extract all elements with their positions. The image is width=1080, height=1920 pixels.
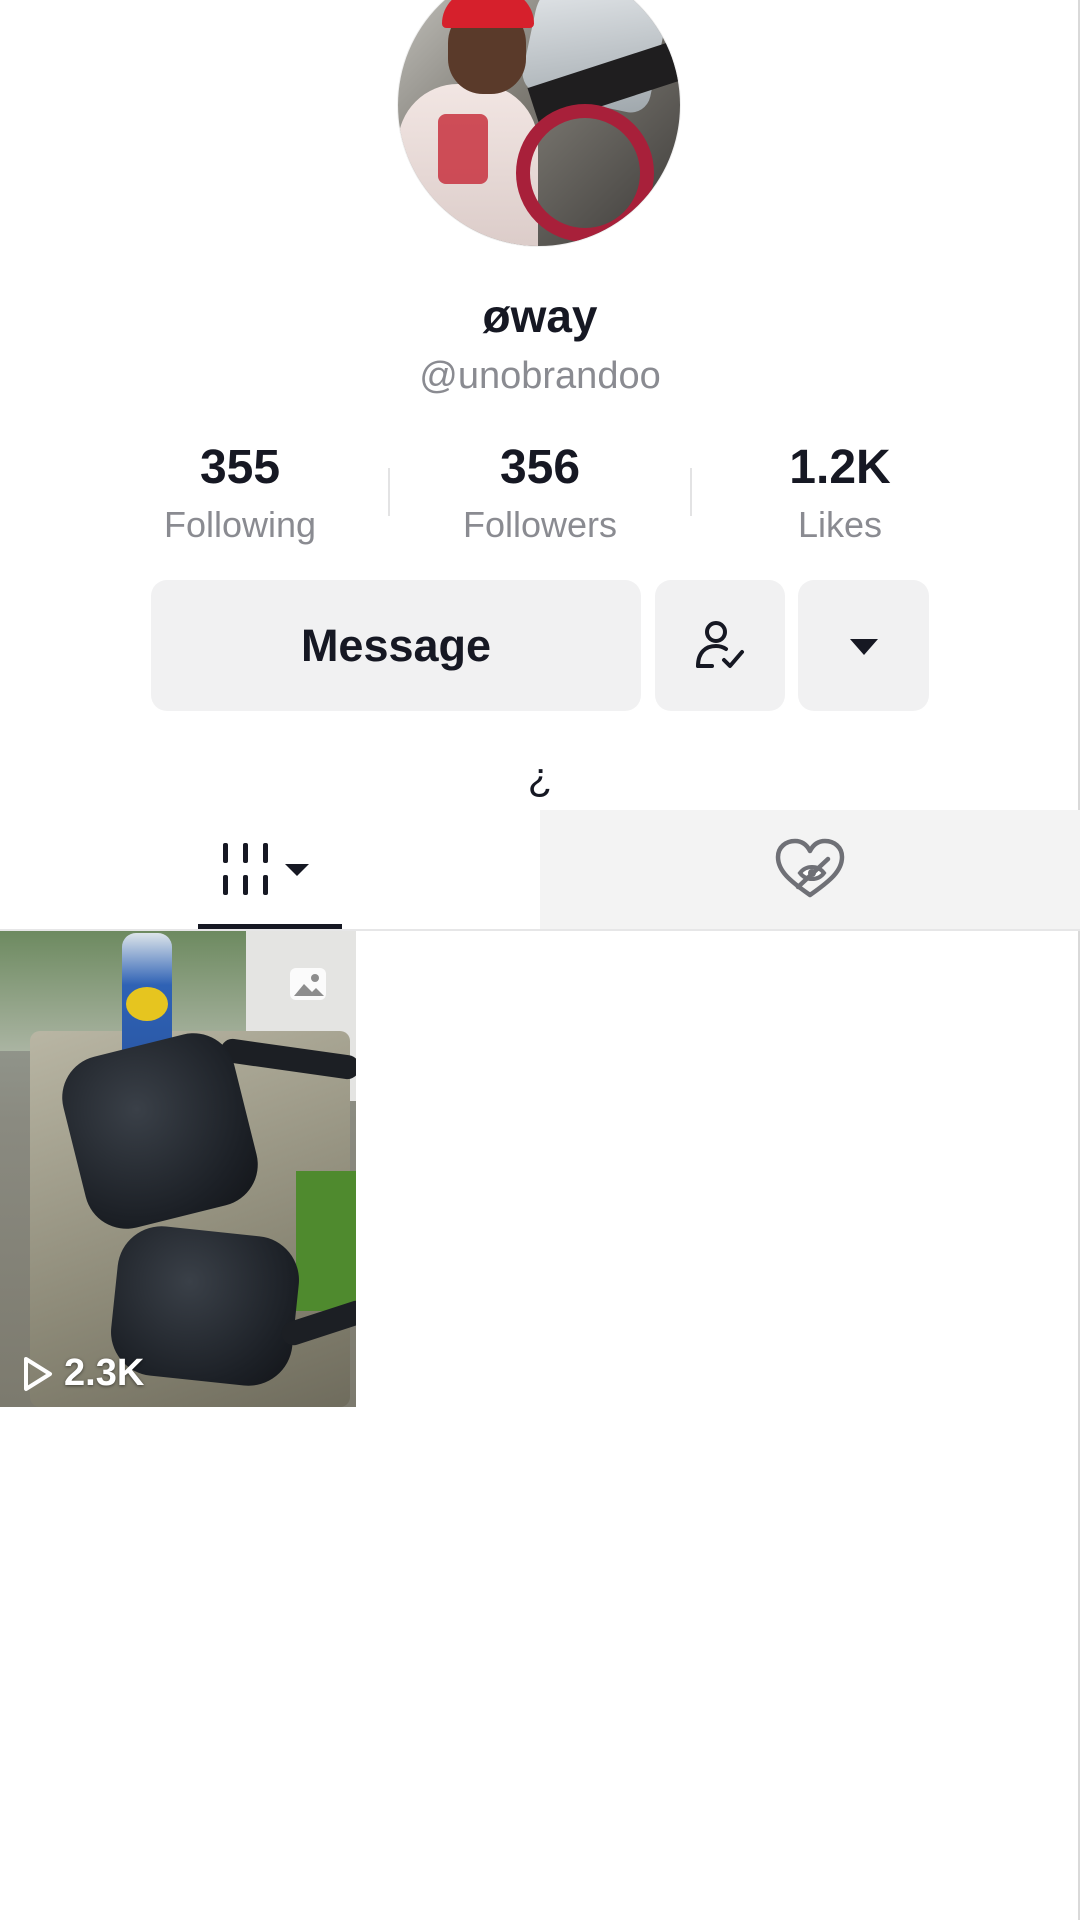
stat-divider <box>690 468 692 516</box>
video-thumbnail-grass <box>296 1171 356 1311</box>
profile-tabs <box>0 810 1080 930</box>
stat-followers[interactable]: 356 Followers <box>420 440 660 552</box>
avatar-steering-wheel <box>516 104 654 242</box>
stat-following-label: Following <box>163 504 317 545</box>
avatar-cap <box>442 0 534 28</box>
stat-likes-label: Likes <box>797 504 883 545</box>
stat-followers-count: 356 <box>499 441 581 494</box>
message-button[interactable]: Message <box>151 580 641 711</box>
video-thumbnail[interactable]: 2.3K <box>0 931 356 1407</box>
stat-likes-count: 1.2K <box>789 441 891 494</box>
play-icon <box>24 1356 52 1391</box>
caret-down-icon <box>849 638 878 655</box>
video-view-count-text: 2.3K <box>64 1352 145 1394</box>
hidden-heart-icon <box>775 838 845 898</box>
more-options-button[interactable] <box>798 580 929 711</box>
tab-dropdown-caret-icon <box>285 864 309 876</box>
stat-following[interactable]: 355 Following <box>120 440 360 552</box>
person-check-icon <box>696 620 744 668</box>
username-handle: @unobrandoo <box>419 355 661 397</box>
video-thumbnail-bottle-label <box>126 987 168 1021</box>
stat-followers-label: Followers <box>462 504 618 545</box>
stat-following-count: 355 <box>199 441 281 494</box>
avatar-shirt-print <box>438 114 488 184</box>
display-name: øway <box>482 290 598 342</box>
grid-icon <box>223 843 309 895</box>
profile-stats: 355 Following 356 Followers 1.2K Likes <box>0 440 1080 550</box>
tab-videos[interactable] <box>0 810 540 930</box>
video-view-count: 2.3K <box>22 1352 144 1395</box>
stat-divider <box>388 468 390 516</box>
avatar[interactable] <box>398 0 680 246</box>
tab-liked[interactable] <box>540 810 1080 930</box>
stat-likes[interactable]: 1.2K Likes <box>720 440 960 552</box>
photo-icon <box>290 968 326 1000</box>
following-button[interactable] <box>655 580 785 711</box>
bio-text: ¿ <box>527 755 553 799</box>
